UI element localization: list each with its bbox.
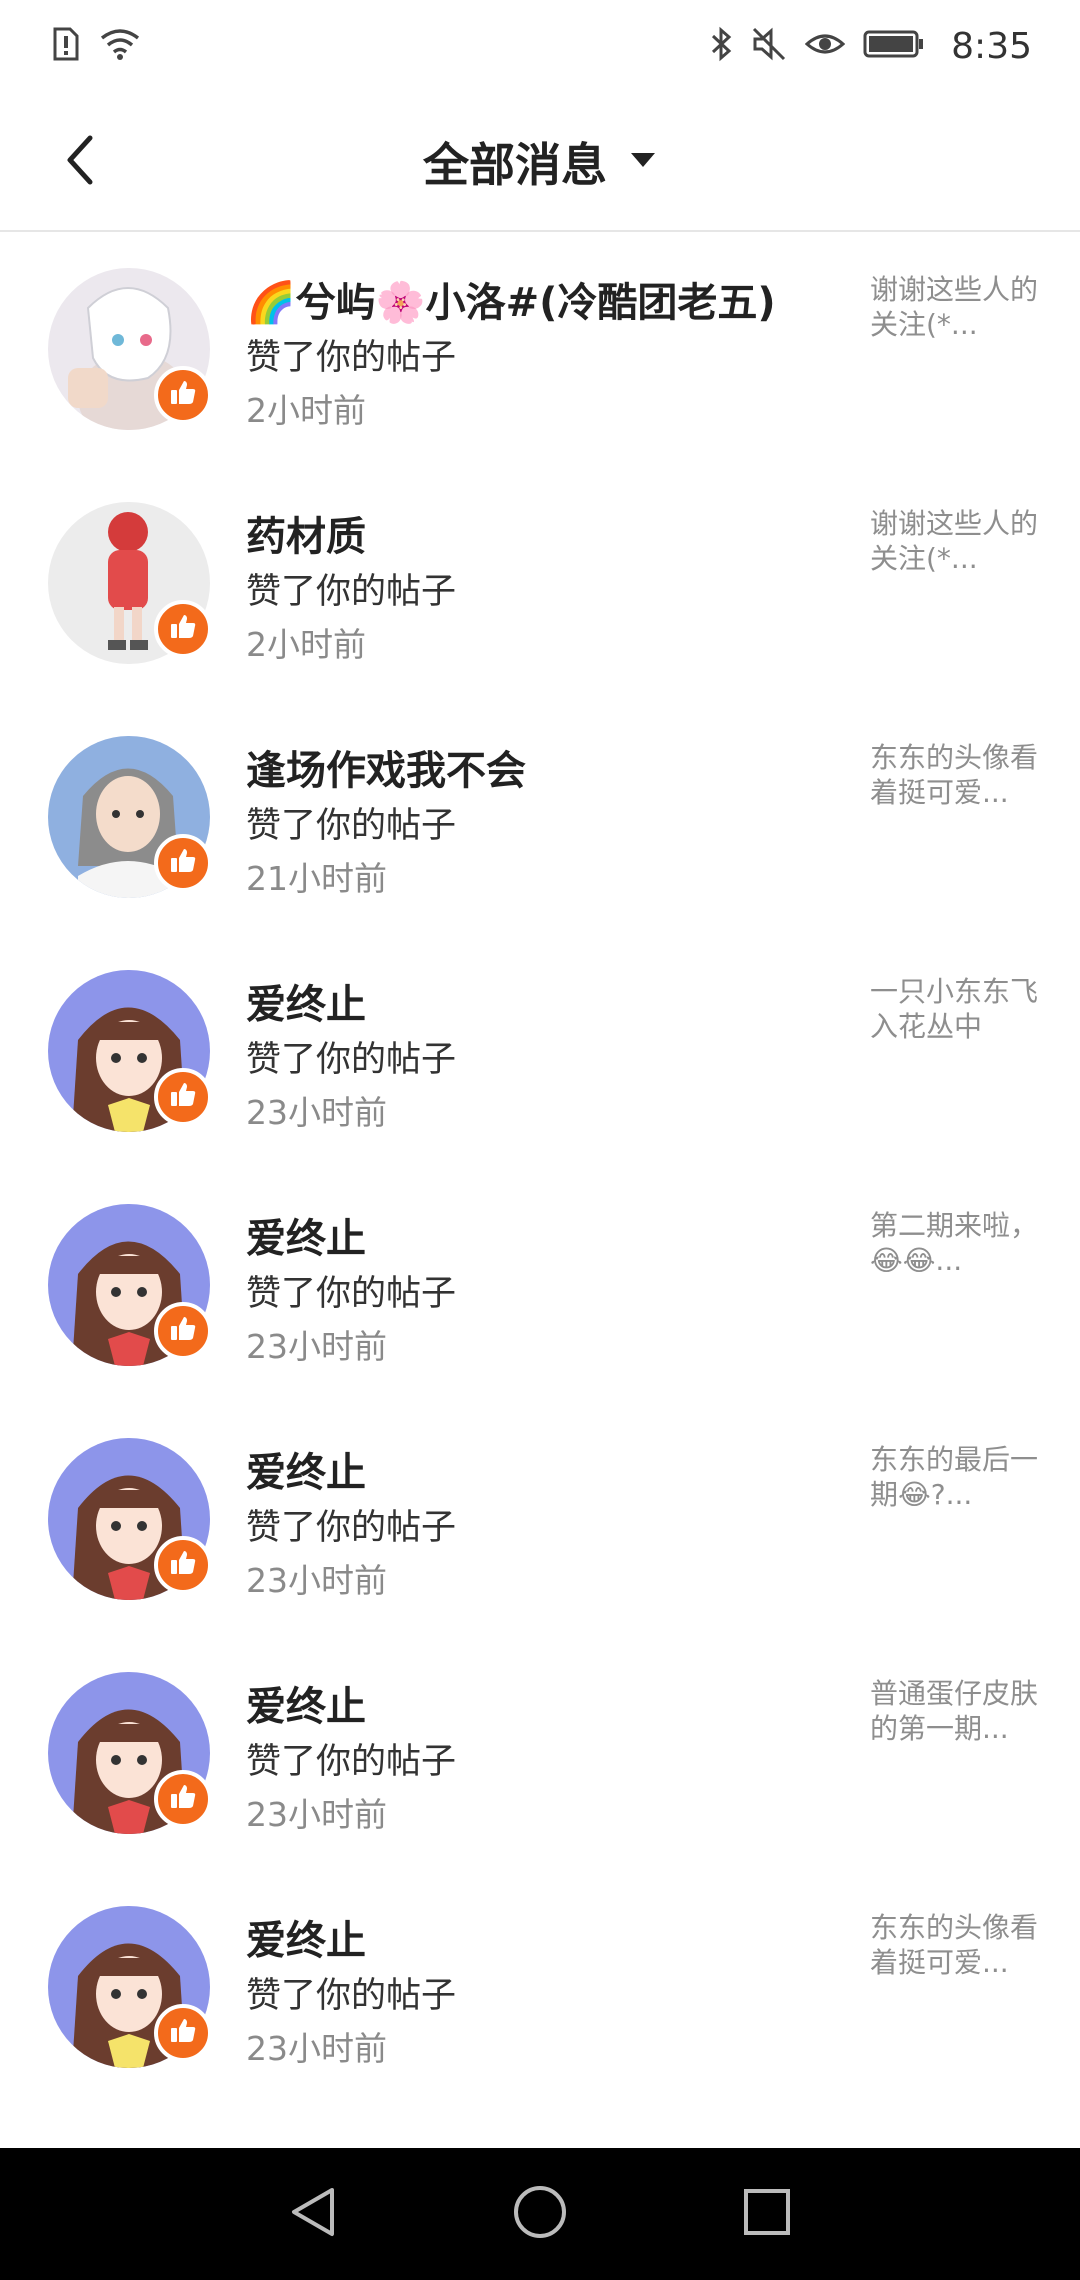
- avatar-wrapper[interactable]: [48, 1672, 212, 1834]
- timestamp: 23小时前: [246, 1795, 387, 1834]
- nav-home-button[interactable]: [495, 2169, 585, 2259]
- like-badge: [154, 1770, 212, 1828]
- message-item[interactable]: 🌈兮屿🌸小洛#(冷酷团老五) 赞了你的帖子 2小时前 谢谢这些人的关注(*...: [0, 232, 1080, 466]
- recents-square-icon: [742, 2187, 792, 2241]
- timestamp: 23小时前: [246, 1561, 387, 1600]
- bluetooth-icon: [709, 26, 733, 66]
- message-list: 🌈兮屿🌸小洛#(冷酷团老五) 赞了你的帖子 2小时前 谢谢这些人的关注(*...: [0, 232, 1080, 2104]
- thumbs-up-icon: [168, 612, 198, 646]
- avatar-wrapper[interactable]: [48, 1438, 212, 1600]
- avatar-wrapper[interactable]: [48, 502, 212, 664]
- nav-back-button[interactable]: [268, 2169, 358, 2259]
- clock: 8:35: [951, 25, 1032, 67]
- action-text: 赞了你的帖子: [246, 1274, 457, 1314]
- like-badge: [154, 1302, 212, 1360]
- wifi-icon: [98, 26, 142, 66]
- sender-name[interactable]: 爱终止: [246, 1206, 366, 1264]
- thumbs-up-icon: [168, 1782, 198, 1816]
- like-badge: [154, 1068, 212, 1126]
- sender-name[interactable]: 爱终止: [246, 1908, 366, 1966]
- back-triangle-icon: [288, 2184, 338, 2244]
- action-text: 赞了你的帖子: [246, 806, 457, 846]
- timestamp: 21小时前: [246, 859, 387, 898]
- post-preview[interactable]: 一只小东东飞入花丛中: [870, 974, 1040, 1044]
- sender-name[interactable]: 爱终止: [246, 1440, 366, 1498]
- timestamp: 2小时前: [246, 391, 366, 430]
- caret-down-icon: [629, 150, 657, 174]
- message-item[interactable]: 爱终止 赞了你的帖子 23小时前 东东的头像看着挺可爱...: [0, 1870, 1080, 2104]
- like-badge: [154, 834, 212, 892]
- thumbs-up-icon: [168, 2016, 198, 2050]
- title-dropdown[interactable]: 全部消息: [0, 92, 1080, 232]
- sender-name[interactable]: 药材质: [246, 504, 366, 562]
- action-text: 赞了你的帖子: [246, 1508, 457, 1548]
- message-item[interactable]: 爱终止 赞了你的帖子 23小时前 普通蛋仔皮肤的第一期...: [0, 1636, 1080, 1870]
- avatar-wrapper[interactable]: [48, 1204, 212, 1366]
- avatar-wrapper[interactable]: [48, 1906, 212, 2068]
- like-badge: [154, 2004, 212, 2062]
- top-bar: 全部消息: [0, 92, 1080, 232]
- message-item[interactable]: 爱终止 赞了你的帖子 23小时前 第二期来啦，😂😂...: [0, 1168, 1080, 1402]
- action-text: 赞了你的帖子: [246, 1742, 457, 1782]
- status-bar: 8:35: [0, 0, 1080, 92]
- like-badge: [154, 1536, 212, 1594]
- system-nav-bar: [0, 2148, 1080, 2280]
- avatar-wrapper[interactable]: [48, 970, 212, 1132]
- thumbs-up-icon: [168, 1314, 198, 1348]
- status-right: 8:35: [709, 26, 1032, 67]
- post-preview[interactable]: 东东的头像看着挺可爱...: [870, 740, 1040, 810]
- avatar-wrapper[interactable]: [48, 268, 212, 430]
- post-preview[interactable]: 第二期来啦，😂😂...: [870, 1208, 1040, 1278]
- post-preview[interactable]: 东东的头像看着挺可爱...: [870, 1910, 1040, 1980]
- post-preview[interactable]: 谢谢这些人的关注(*...: [870, 272, 1040, 342]
- action-text: 赞了你的帖子: [246, 572, 457, 612]
- message-item[interactable]: 逢场作戏我不会 赞了你的帖子 21小时前 东东的头像看着挺可爱...: [0, 700, 1080, 934]
- like-badge: [154, 600, 212, 658]
- like-badge: [154, 366, 212, 424]
- thumbs-up-icon: [168, 846, 198, 880]
- message-item[interactable]: 爱终止 赞了你的帖子 23小时前 一只小东东飞入花丛中: [0, 934, 1080, 1168]
- action-text: 赞了你的帖子: [246, 338, 457, 378]
- avatar-wrapper[interactable]: [48, 736, 212, 898]
- status-left: [52, 26, 142, 66]
- sender-name[interactable]: 爱终止: [246, 1674, 366, 1732]
- action-text: 赞了你的帖子: [246, 1976, 457, 2016]
- sim-alert-icon: [52, 26, 80, 66]
- sender-name[interactable]: 🌈兮屿🌸小洛#(冷酷团老五): [246, 270, 776, 328]
- post-preview[interactable]: 谢谢这些人的关注(*...: [870, 506, 1040, 576]
- sender-name[interactable]: 爱终止: [246, 972, 366, 1030]
- timestamp: 2小时前: [246, 625, 366, 664]
- timestamp: 23小时前: [246, 1327, 387, 1366]
- post-preview[interactable]: 东东的最后一期😂?...: [870, 1442, 1040, 1512]
- thumbs-up-icon: [168, 378, 198, 412]
- thumbs-up-icon: [168, 1548, 198, 1582]
- timestamp: 23小时前: [246, 1093, 387, 1132]
- page-title: 全部消息: [423, 138, 607, 192]
- post-preview[interactable]: 普通蛋仔皮肤的第一期...: [870, 1676, 1040, 1746]
- timestamp: 23小时前: [246, 2029, 387, 2068]
- battery-icon: [863, 28, 925, 64]
- eye-icon: [804, 26, 846, 66]
- nav-recents-button[interactable]: [722, 2169, 812, 2259]
- home-circle-icon: [512, 2184, 568, 2244]
- mute-icon: [751, 26, 787, 66]
- action-text: 赞了你的帖子: [246, 1040, 457, 1080]
- thumbs-up-icon: [168, 1080, 198, 1114]
- message-item[interactable]: 爱终止 赞了你的帖子 23小时前 东东的最后一期😂?...: [0, 1402, 1080, 1636]
- message-item[interactable]: 药材质 赞了你的帖子 2小时前 谢谢这些人的关注(*...: [0, 466, 1080, 700]
- sender-name[interactable]: 逢场作戏我不会: [246, 738, 526, 796]
